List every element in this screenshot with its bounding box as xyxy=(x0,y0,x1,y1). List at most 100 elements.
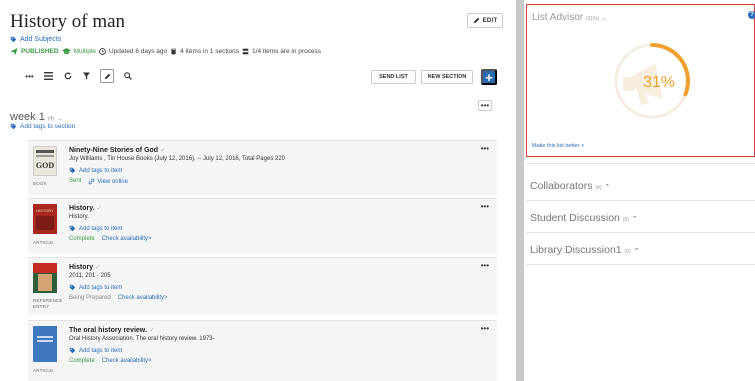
clock-icon xyxy=(99,48,106,55)
reference-thumbnail[interactable] xyxy=(33,263,57,293)
list-item[interactable]: GOD BOOK Ninety-Nine Stories of God ✓ Joy… xyxy=(28,140,497,195)
thumbnail-text: GOD xyxy=(35,161,55,170)
add-subjects-link[interactable]: Add Subjects xyxy=(10,36,61,43)
add-tags-to-item-link[interactable]: Add tags to item xyxy=(69,167,122,174)
items-count-label: 4 items in 1 sections xyxy=(180,48,240,55)
add-tags-to-section-link[interactable]: Add tags to section xyxy=(10,123,75,130)
check-icon: ✓ xyxy=(95,264,101,271)
tag-icon xyxy=(10,36,17,43)
item-more-icon[interactable]: ••• xyxy=(481,261,489,270)
panel-divider[interactable] xyxy=(516,0,524,381)
server-icon xyxy=(242,48,249,55)
edit-button[interactable]: EDIT xyxy=(467,13,503,28)
published-status: PUBLISHED xyxy=(21,48,59,55)
item-title[interactable]: Ninety-Nine Stories of God ✓ xyxy=(69,146,166,154)
item-kind: BOOK xyxy=(33,181,47,186)
item-detail: Joy Williams , Tin House Books (July 12,… xyxy=(69,156,285,162)
section-title[interactable]: week 1 (4) ⌄ xyxy=(10,111,62,123)
item-status-row: Sent View online xyxy=(69,178,128,185)
tag-icon xyxy=(69,225,76,232)
advisor-score: 31% xyxy=(643,74,675,91)
check-icon: ✓ xyxy=(148,327,155,334)
chevron-up-icon[interactable]: ⌃ xyxy=(604,184,610,191)
student-discussion-section[interactable]: Student Discussion (0) ⌃ xyxy=(530,212,638,224)
item-detail: History. xyxy=(69,214,89,220)
chevron-down-icon[interactable]: ⌄ xyxy=(57,116,62,122)
add-tags-to-item-link[interactable]: Add tags to item xyxy=(69,347,122,354)
tag-icon xyxy=(69,347,76,354)
item-more-icon[interactable]: ••• xyxy=(481,144,489,153)
list-advisor-card: List Advisor (31%) ⌄ ? 31% Make this lis… xyxy=(526,4,755,157)
article-thumbnail[interactable]: HISTORY xyxy=(33,204,57,234)
tag-icon xyxy=(10,123,17,130)
more-icon[interactable]: ••• xyxy=(24,70,35,82)
check-availability-link[interactable]: Check availability> xyxy=(102,236,152,242)
graduation-cap-icon xyxy=(61,48,71,55)
add-tags-to-item-link[interactable]: Add tags to item xyxy=(69,284,122,291)
chevron-down-icon[interactable]: ⌄ xyxy=(602,16,607,22)
process-count-label: 1/4 items are in process xyxy=(252,48,322,55)
item-more-icon[interactable]: ••• xyxy=(481,324,489,333)
item-status-row: Being Prepared Check availability> xyxy=(69,295,168,301)
edit-button-label: EDIT xyxy=(482,17,498,24)
updated-label: Updated 6 days ago xyxy=(108,48,168,55)
divider-line xyxy=(526,264,755,265)
make-list-better-link[interactable]: Make this list better > xyxy=(532,143,584,149)
chevron-up-icon[interactable]: ⌃ xyxy=(632,216,638,223)
book-icon xyxy=(171,48,176,55)
add-tags-to-item-link[interactable]: Add tags to item xyxy=(69,225,122,232)
audience-label: Multiple xyxy=(73,48,96,55)
item-kind: REFERENCE ENTRY xyxy=(33,298,63,309)
list-item[interactable]: HISTORY ARTICLE History. ✓ History. Add t… xyxy=(28,198,497,254)
item-status: Complete xyxy=(69,358,95,364)
item-status: Being Prepared xyxy=(69,295,111,301)
library-discussion-section[interactable]: Library Discussion1 (0) ⌃ xyxy=(530,244,639,256)
item-detail: Oral History Association. The oral histo… xyxy=(69,336,215,342)
tag-icon xyxy=(69,284,76,291)
journal-thumbnail[interactable] xyxy=(33,326,57,362)
page-title: History of man xyxy=(10,11,126,32)
add-subjects-label: Add Subjects xyxy=(20,36,62,43)
item-status: Complete xyxy=(69,236,95,242)
item-status: Sent xyxy=(69,178,82,184)
section-count: (0) xyxy=(624,249,631,255)
divider-line xyxy=(526,232,755,233)
item-title[interactable]: The oral history review. ✓ xyxy=(69,326,155,334)
list-view-icon[interactable] xyxy=(43,70,54,82)
list-item[interactable]: ARTICLE The oral history review. ✓ Oral H… xyxy=(28,320,497,381)
divider-line xyxy=(526,200,755,201)
list-advisor-title[interactable]: List Advisor (31%) ⌄ xyxy=(532,12,607,23)
thumbnail-text: HISTORY xyxy=(36,208,54,213)
new-section-button[interactable]: NEW SECTION xyxy=(421,70,473,84)
check-availability-link[interactable]: Check availability> xyxy=(102,358,152,364)
search-icon[interactable] xyxy=(122,70,133,82)
filter-icon[interactable] xyxy=(81,70,92,82)
side-panel: List Advisor (31%) ⌄ ? 31% Make this lis… xyxy=(524,0,755,381)
item-kind: ARTICLE xyxy=(33,368,54,373)
list-item[interactable]: REFERENCE ENTRY History ✓ 2011, 201 - 205… xyxy=(28,257,497,315)
item-kind: ARTICLE xyxy=(33,240,54,245)
send-list-button[interactable]: SEND LIST xyxy=(371,70,416,84)
section-count: (4) xyxy=(595,185,602,191)
check-icon: ✓ xyxy=(96,205,103,212)
book-cover-thumbnail[interactable]: GOD xyxy=(33,146,57,176)
list-toolbar: ••• xyxy=(24,68,133,84)
item-status-row: Complete Check availability> xyxy=(69,358,152,364)
item-more-icon[interactable]: ••• xyxy=(481,202,489,211)
list-main-panel: History of man EDIT Add Subjects PUBLISH… xyxy=(0,0,516,381)
item-title[interactable]: History. ✓ xyxy=(69,204,102,212)
item-detail: 2011, 201 - 205 xyxy=(69,273,111,279)
section-more-button[interactable]: ••• xyxy=(478,100,492,111)
refresh-icon[interactable] xyxy=(62,70,73,82)
help-icon[interactable]: ? xyxy=(748,11,755,19)
edit-pencil-icon[interactable] xyxy=(100,69,114,83)
chevron-up-icon[interactable]: ⌃ xyxy=(634,248,640,255)
add-item-button[interactable]: + xyxy=(481,69,497,85)
collaborators-section[interactable]: Collaborators (4) ⌃ xyxy=(530,180,610,192)
check-availability-link[interactable]: Check availability> xyxy=(118,295,168,301)
check-icon: ✓ xyxy=(160,147,166,154)
item-title[interactable]: History ✓ xyxy=(69,263,101,271)
add-tags-to-section-label: Add tags to section xyxy=(20,123,76,130)
view-online-link[interactable]: View online xyxy=(88,178,128,185)
section-title-label: week 1 xyxy=(10,111,45,123)
